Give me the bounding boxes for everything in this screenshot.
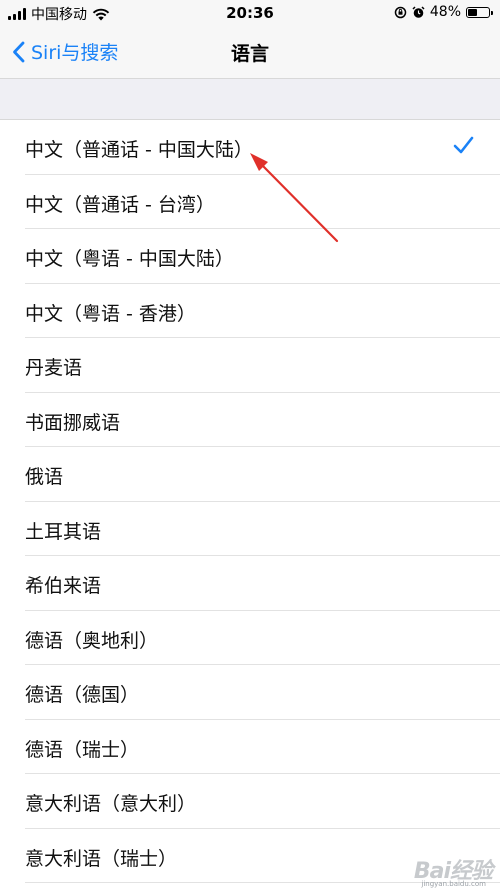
back-button-label: Siri与搜索 — [31, 42, 119, 64]
language-label: 德语（瑞士） — [25, 738, 140, 761]
language-label: 中文（普通话 - 中国大陆） — [25, 139, 253, 161]
screen: 中国移动 20:36 48% Siri与搜索 语言 中文（普通话 - 中国大陆）… — [0, 0, 500, 889]
language-row[interactable]: 德语（德国） — [0, 665, 500, 720]
language-row[interactable]: 丹麦语 — [0, 338, 500, 393]
language-row[interactable]: 德语（奥地利） — [0, 611, 500, 666]
language-row[interactable]: 希伯来语 — [0, 556, 500, 611]
language-row[interactable]: 书面挪威语 — [0, 393, 500, 448]
language-label: 中文（普通话 - 台湾） — [25, 193, 215, 216]
status-right: 48% — [394, 4, 493, 20]
back-button[interactable]: Siri与搜索 — [12, 38, 118, 65]
battery-percent: 48% — [429, 4, 461, 20]
language-row[interactable]: 意大利语（瑞士） — [0, 829, 500, 884]
language-row[interactable]: 意大利语（意大利） — [0, 774, 500, 829]
battery-icon — [466, 6, 493, 18]
language-label: 德语（奥地利） — [25, 629, 159, 652]
language-label: 希伯来语 — [25, 575, 102, 597]
language-row[interactable]: 德语（瑞士） — [0, 720, 500, 775]
section-header-gap — [0, 79, 500, 120]
battery-fill — [468, 8, 477, 16]
language-label: 意大利语（意大利） — [25, 793, 197, 815]
chevron-left-icon — [13, 41, 25, 62]
language-label: 丹麦语 — [25, 357, 83, 379]
language-label: 中文（粤语 - 香港） — [25, 302, 196, 325]
alarm-icon — [412, 5, 425, 18]
language-label: 意大利语（瑞士） — [25, 847, 178, 870]
language-label: 中文（粤语 - 中国大陆） — [25, 248, 234, 270]
lock-rotation-icon — [394, 6, 407, 18]
language-label: 俄语 — [25, 466, 64, 488]
language-label: 书面挪威语 — [25, 411, 121, 434]
language-row[interactable]: 中文（粤语 - 中国大陆） — [0, 229, 500, 284]
language-row[interactable]: 中文（粤语 - 香港） — [0, 284, 500, 339]
checkmark-icon — [453, 136, 474, 154]
language-row[interactable]: 中文（普通话 - 中国大陆） — [0, 120, 500, 175]
language-row[interactable]: 中文（普通话 - 台湾） — [0, 175, 500, 230]
language-row[interactable]: 土耳其语 — [0, 502, 500, 557]
language-label: 德语（德国） — [25, 684, 140, 706]
status-bar: 中国移动 20:36 48% — [0, 0, 500, 26]
language-label: 土耳其语 — [25, 520, 102, 543]
language-row[interactable]: 俄语 — [0, 447, 500, 502]
language-list: 中文（普通话 - 中国大陆） 中文（普通话 - 台湾） 中文（粤语 - 中国大陆… — [0, 120, 500, 883]
battery-tip — [491, 10, 493, 15]
watermark-sub: jingyan.baidu.com — [421, 880, 486, 888]
nav-bar: Siri与搜索 语言 — [0, 26, 500, 79]
